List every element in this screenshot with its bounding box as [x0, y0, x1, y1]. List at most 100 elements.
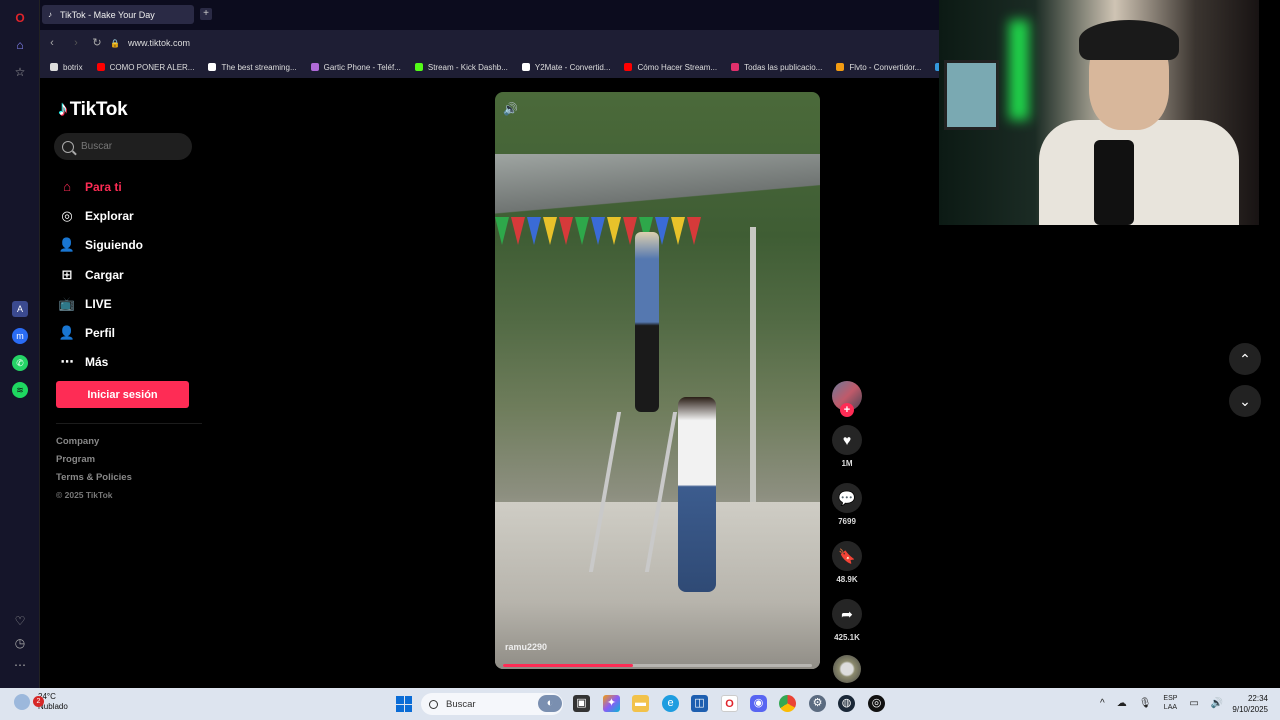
comment-icon[interactable]: 💬 — [832, 483, 862, 513]
task-view-icon[interactable]: ▣ — [573, 695, 590, 712]
home-icon[interactable]: ⌂ — [12, 37, 28, 53]
cloud-off-icon[interactable]: ☁ — [1117, 698, 1127, 709]
heart-icon[interactable]: ♥ — [832, 425, 862, 455]
bookmark-item[interactable]: Y2Mate - Convertid... — [521, 63, 610, 72]
comment-action[interactable]: 💬 7699 — [830, 483, 864, 527]
bookmark-item[interactable]: Todas las publicacio... — [731, 63, 822, 72]
nav-item-perfil[interactable]: 👤 Perfil — [58, 318, 208, 347]
weather-widget[interactable]: 2 24°C Nublado — [14, 692, 68, 712]
copyright: © 2025 TikTok — [56, 490, 113, 500]
bookmark-item[interactable]: The best streaming... — [208, 63, 297, 72]
nav-item-label: LIVE — [85, 296, 112, 311]
tab-title: TikTok - Make Your Day — [60, 9, 155, 20]
bookmark-item[interactable]: Gartic Phone - Teléf... — [310, 62, 401, 72]
like-action[interactable]: ♥ 1M — [830, 425, 864, 469]
browser-sidebar: O ⌂ ☆ A m ✆ ≋ ♡ ◷ ⋯ — [0, 0, 40, 688]
footer-link-program[interactable]: Program — [56, 454, 132, 472]
reload-button[interactable]: ↻ — [89, 35, 105, 51]
footer-link-company[interactable]: Company — [56, 436, 132, 454]
clock-date: 9/10/2025 — [1232, 705, 1268, 714]
bookmark-label: Stream - Kick Dashb... — [427, 62, 508, 72]
follow-plus-icon[interactable]: + — [840, 403, 854, 417]
settings-gear-icon[interactable]: ⚙ — [809, 695, 826, 712]
bookmark-item[interactable]: Stream - Kick Dashb... — [414, 62, 508, 72]
footer-link-terms[interactable]: Terms & Policies — [56, 472, 132, 490]
messenger-icon[interactable]: m — [12, 328, 28, 344]
opera-logo-icon[interactable]: O — [12, 10, 28, 26]
obs-icon[interactable]: ◎ — [868, 695, 885, 712]
video-progress-bar[interactable] — [503, 664, 812, 667]
nav-item-explorar[interactable]: ◎ Explorar — [58, 201, 208, 230]
edge-icon[interactable]: e — [662, 695, 679, 712]
volume-icon[interactable]: 🔊 — [503, 102, 518, 116]
forward-button[interactable]: › — [68, 35, 84, 51]
creator-avatar[interactable]: + — [832, 381, 862, 417]
back-button[interactable]: ‹ — [44, 35, 60, 51]
share-count: 425.1K — [834, 633, 860, 642]
bookmark-icon[interactable]: 🔖 — [832, 541, 862, 571]
save-count: 48.9K — [836, 575, 858, 584]
spotify-icon[interactable]: ≋ — [12, 382, 28, 398]
display-icon[interactable]: ▭ — [1189, 698, 1198, 709]
webcam-cap — [1079, 20, 1179, 60]
video-scene-person-standing — [678, 397, 716, 592]
store-icon[interactable]: ◫ — [691, 695, 708, 712]
bookmark-favicon-icon — [310, 63, 319, 71]
nav-item-live[interactable]: 📺 LIVE — [58, 289, 208, 318]
new-tab-button[interactable]: + — [200, 8, 212, 20]
nav-item-label: Cargar — [85, 267, 124, 282]
music-disc-icon[interactable] — [833, 655, 861, 683]
bookmark-item[interactable]: Cómo Hacer Stream... — [624, 63, 717, 72]
whatsapp-icon[interactable]: ✆ — [12, 355, 28, 371]
system-tray: ^ ☁ 🎙 ESP LAA ▭ 🔊 — [1100, 694, 1235, 712]
discord-icon[interactable]: ◉ — [750, 695, 767, 712]
nav-item-más[interactable]: ⋯ Más — [58, 348, 208, 377]
more-dots-icon[interactable]: ⋯ — [12, 657, 28, 673]
clock[interactable]: 22:34 9/10/2025 — [1226, 693, 1268, 715]
webcam-microphone — [1094, 140, 1134, 225]
aria-icon[interactable]: A — [12, 301, 28, 317]
next-video-button[interactable]: ⌄ — [1229, 385, 1261, 417]
nav-item-label: Explorar — [85, 208, 134, 223]
lang-top: ESP — [1163, 695, 1178, 702]
microphone-icon[interactable]: 🎙 — [1139, 698, 1152, 709]
nav-item-cargar[interactable]: ⊞ Cargar — [58, 260, 208, 289]
chrome-icon[interactable] — [779, 695, 796, 712]
heart-icon[interactable]: ♡ — [12, 613, 28, 629]
language-indicator[interactable]: ESP LAA — [1163, 694, 1177, 712]
bookmark-item[interactable]: botrix — [50, 63, 83, 72]
bookmark-label: Gartic Phone - Teléf... — [323, 62, 401, 72]
search-placeholder: Buscar — [81, 141, 113, 152]
lock-icon: 🔒 — [110, 38, 120, 48]
tiktok-favicon-icon: ♪ — [48, 9, 52, 19]
steam-icon[interactable]: ◍ — [838, 695, 855, 712]
url-field[interactable]: 🔒 www.tiktok.com — [110, 34, 930, 52]
bookmark-item[interactable]: Flvto - Convertidor... — [836, 63, 921, 72]
tiktok-logo[interactable]: ♪ TikTok — [58, 98, 128, 121]
share-icon[interactable]: ➦ — [832, 599, 862, 629]
share-action[interactable]: ➦ 425.1K — [830, 599, 864, 643]
previous-video-button[interactable]: ⌃ — [1229, 343, 1261, 375]
tab-tiktok[interactable]: ♪ TikTok - Make Your Day — [42, 5, 194, 24]
nav-item-label: Para ti — [85, 179, 122, 194]
save-action[interactable]: 🔖 48.9K — [830, 541, 864, 585]
bookmark-item[interactable]: COMO PONER ALER... — [96, 62, 195, 72]
widgets-icon[interactable]: ◐ — [538, 695, 562, 712]
nav-item-para-ti[interactable]: ⌂ Para ti — [58, 172, 208, 201]
volume-icon[interactable]: 🔊 — [1211, 698, 1223, 709]
star-icon[interactable]: ☆ — [12, 64, 28, 80]
login-button[interactable]: Iniciar sesión — [56, 381, 189, 408]
live-icon: 📺 — [58, 295, 76, 311]
video-username[interactable]: ramu2290 — [505, 642, 547, 652]
home-icon: ⌂ — [63, 179, 71, 195]
search-input[interactable]: Buscar — [54, 133, 192, 160]
start-button[interactable] — [396, 696, 412, 712]
chevron-up-icon[interactable]: ^ — [1100, 698, 1105, 709]
bookmark-label: COMO PONER ALER... — [109, 62, 195, 72]
opera-icon[interactable]: O — [721, 695, 738, 712]
copilot-icon[interactable]: ✦ — [603, 695, 620, 712]
file-explorer-icon[interactable]: ▬ — [632, 695, 649, 712]
nav-item-siguiendo[interactable]: 👤 Siguiendo — [58, 231, 208, 260]
history-icon[interactable]: ◷ — [12, 635, 28, 651]
video-player[interactable]: 🔊 ramu2290 — [495, 92, 820, 669]
